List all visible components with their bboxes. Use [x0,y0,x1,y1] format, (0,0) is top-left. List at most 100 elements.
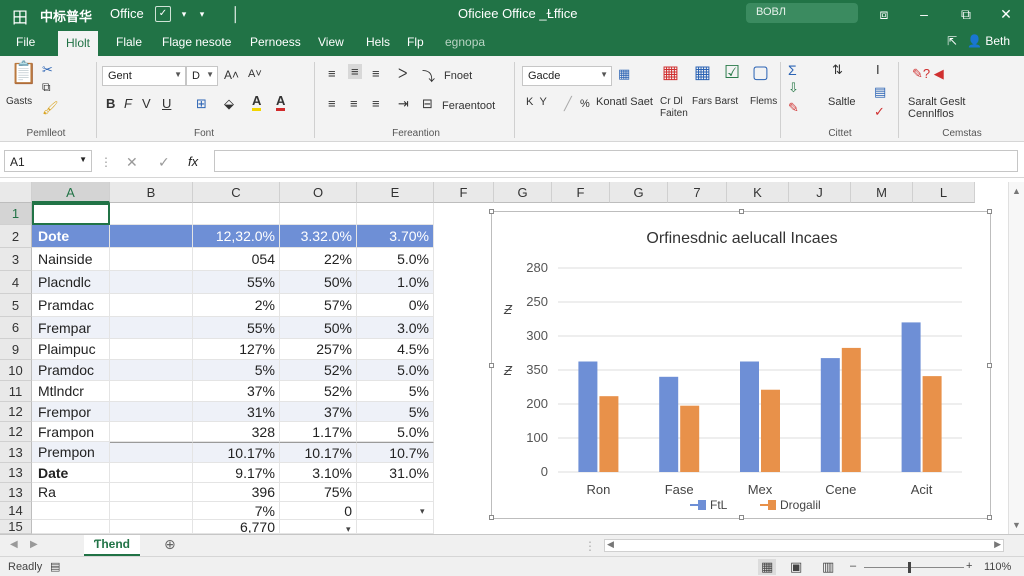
wrap-text-icon[interactable]: ⤵ [422,66,435,85]
table-cell[interactable]: 3.0% [357,317,434,339]
scroll-up-icon[interactable]: ▲ [1012,186,1021,196]
table-cell[interactable]: 5% [357,402,434,422]
editing-button[interactable]: Saralt Geslt [908,96,965,108]
chart-resize-handle[interactable] [987,515,992,520]
row-header[interactable]: 12 [0,422,32,442]
zoom-in-icon[interactable]: + [966,560,972,572]
table-cell[interactable]: Nainside [32,248,110,271]
cut-icon[interactable]: ✂ [42,62,53,78]
table-cell[interactable]: 7% [193,502,280,520]
table-cell[interactable]: 328 [193,422,280,442]
table-cell[interactable]: 31% [193,402,280,422]
table-cell[interactable] [110,463,193,483]
row-header[interactable]: 3 [0,248,32,271]
table-cell[interactable] [110,225,193,248]
row-header[interactable]: 11 [0,381,32,402]
table-cell[interactable] [110,317,193,339]
row-header[interactable]: 5 [0,294,32,317]
tab-home[interactable]: Hlolt [58,31,99,56]
table-cell[interactable]: 127% [193,339,280,360]
sort-filter-button[interactable]: Saltle [828,96,856,108]
table-cell[interactable] [110,442,193,463]
zoom-level[interactable]: 110% [984,561,1011,573]
sort-filter-icon[interactable]: ⇅ [832,62,843,78]
indent-icon[interactable]: ⇥ [398,96,409,112]
accounting-icon[interactable]: K Y [526,96,547,108]
table-icon[interactable]: ▦ [618,66,630,82]
table-cell[interactable]: 12,32.0% [193,225,280,248]
row-header[interactable]: 13 [0,483,32,502]
tab-page-layout[interactable]: Flage nesote [162,35,231,49]
table-cell[interactable]: 6,770 [193,520,280,534]
copy-icon[interactable]: ⧉ [42,80,51,95]
tab-extra[interactable]: Flp [407,35,424,49]
italic-button[interactable]: F [124,96,132,111]
align-top-icon[interactable]: ≡ [328,66,336,81]
merge-center-button[interactable]: Feraentoot [442,100,495,112]
number-format-combo[interactable]: Gacde ▼ [522,66,612,86]
table-cell[interactable]: 396 [193,483,280,502]
underline-button[interactable]: V [142,96,151,111]
table-cell[interactable]: Frempor [32,402,110,422]
table-cell[interactable] [280,203,357,225]
customize-icon[interactable]: ▾ [192,4,212,24]
table-cell[interactable] [110,203,193,225]
zoom-slider-thumb[interactable] [908,562,911,573]
row-header[interactable]: 9 [0,339,32,360]
add-sheet-icon[interactable]: ⊕ [164,536,176,553]
column-header[interactable]: E [357,182,434,203]
tab-splitter-icon[interactable]: ⋮ [584,539,596,553]
tab-file[interactable]: File [16,35,35,49]
table-cell[interactable]: 10.17% [280,442,357,463]
conditional-format-icon[interactable]: ▦ [662,62,679,83]
table-cell[interactable]: 5% [193,360,280,381]
column-header[interactable]: A [32,182,110,203]
chart-resize-handle[interactable] [489,363,494,368]
grow-font-icon[interactable]: A˄ [224,68,239,82]
find-icon[interactable]: I [876,62,880,77]
column-header[interactable]: J [789,182,851,203]
formula-input[interactable] [214,150,1018,172]
column-header[interactable]: B [110,182,193,203]
table-cell[interactable]: Mtlndcr [32,381,110,402]
chart-resize-handle[interactable] [489,515,494,520]
page-layout-view-icon[interactable]: ▣ [790,559,802,575]
normal-view-icon[interactable]: ▦ [758,559,777,575]
cancel-icon[interactable]: ✕ [126,154,138,171]
table-cell[interactable]: 5.0% [357,248,434,271]
row-header[interactable]: 13 [0,442,32,463]
fill-color-icon[interactable]: ⬙ [224,96,234,112]
table-cell[interactable]: 55% [193,271,280,294]
page-break-view-icon[interactable]: ▥ [822,559,834,575]
next-sheet-icon[interactable]: ▶ [30,539,38,550]
table-cell[interactable] [32,203,110,225]
table-cell[interactable] [32,520,110,534]
column-header[interactable]: L [913,182,975,203]
shrink-font-icon[interactable]: A˅ [248,68,262,80]
table-cell[interactable]: 3.70% [357,225,434,248]
select-icon[interactable]: ▤ [874,84,886,100]
align-left-icon[interactable]: ≡ [328,96,336,111]
table-cell[interactable]: 0 [280,502,357,520]
ribbon-display-icon[interactable]: ⧈ [874,4,894,24]
percent-icon[interactable]: % [580,98,590,110]
cell-styles-icon[interactable]: ▢ [752,62,769,83]
enter-icon[interactable]: ✓ [158,154,170,171]
prev-sheet-icon[interactable]: ◀ [10,539,18,550]
table-cell[interactable] [357,203,434,225]
zoom-out-icon[interactable]: – [850,560,856,572]
wrap-text-button[interactable]: Fnoet [444,70,472,82]
check-icon[interactable]: ✓ [874,104,885,120]
table-cell[interactable] [110,502,193,520]
paste-icon[interactable]: 📋 [10,60,37,86]
select-all-corner[interactable] [0,182,32,203]
cell-styles-label[interactable]: Flems [750,96,777,108]
conditional-format-button[interactable]: Cr Dl [660,96,683,108]
table-cell[interactable]: 31.0% [357,463,434,483]
format-painter-icon[interactable]: 🖌 [42,100,59,116]
sum-icon[interactable]: Σ [788,62,797,78]
table-cell[interactable]: 9.17% [193,463,280,483]
row-header[interactable]: 1 [0,203,32,225]
table-cell[interactable]: Pramdoc [32,360,110,381]
table-cell[interactable] [357,483,434,502]
